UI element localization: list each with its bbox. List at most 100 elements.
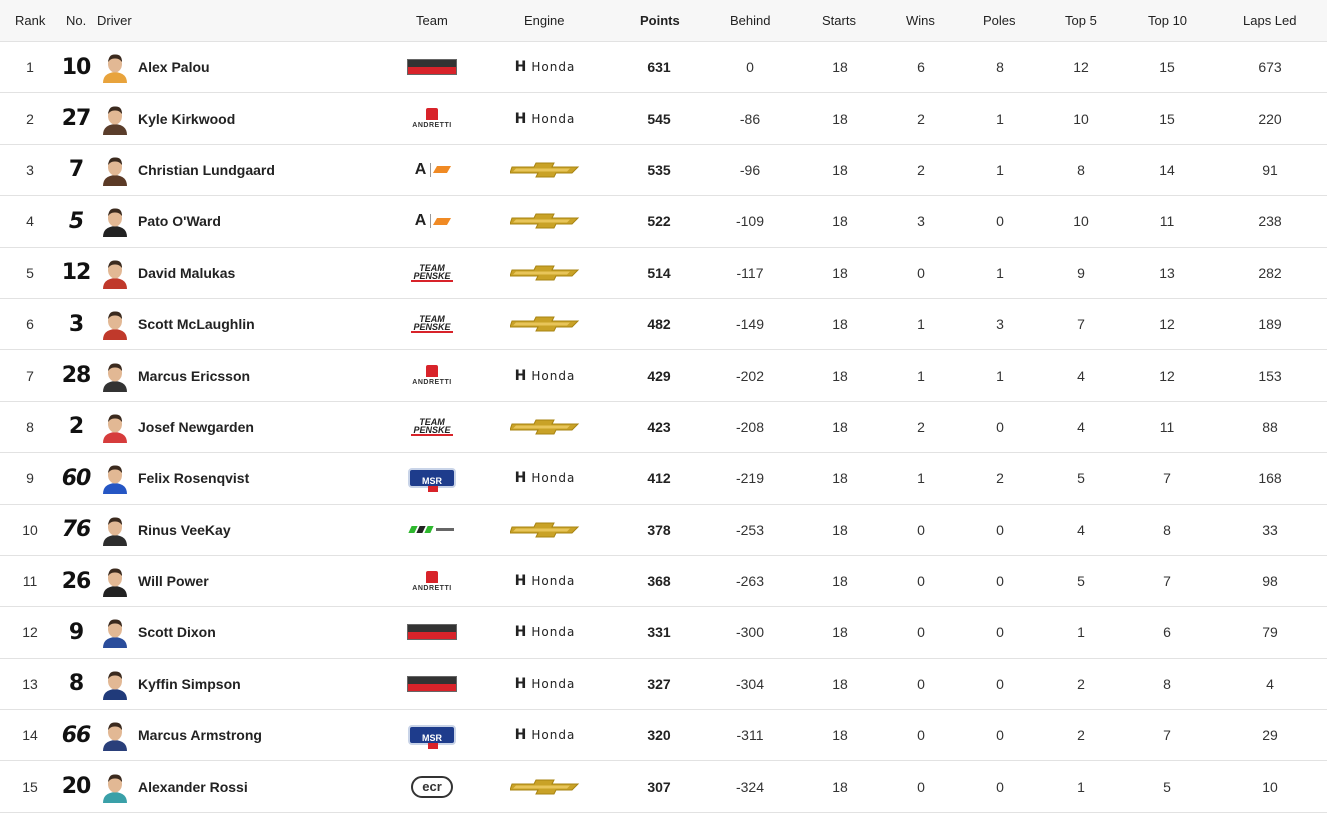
laps-led-cell: 673: [1258, 59, 1282, 76]
table-row[interactable]: 14 66 Marcus Armstrong MSR H Honda 320 -311 18 0 0…: [0, 710, 1327, 762]
driver-name-link[interactable]: Scott Dixon: [138, 607, 378, 657]
table-row[interactable]: 7 28 Marcus Ericsson ANDRETTI H Honda 429 -202 1…: [0, 350, 1327, 402]
driver-avatar[interactable]: [102, 51, 128, 84]
arrow-mclaren-logo: A: [415, 161, 452, 179]
driver-name-link[interactable]: Pato O'Ward: [138, 196, 378, 246]
driver-avatar[interactable]: [102, 308, 128, 341]
header-laps-led[interactable]: Laps Led: [1243, 0, 1297, 42]
driver-avatar[interactable]: [102, 565, 128, 598]
driver-avatar[interactable]: [102, 411, 128, 443]
driver-avatar[interactable]: [102, 514, 128, 546]
ganassi-logo: [407, 624, 457, 641]
car-number: 28: [61, 363, 92, 389]
behind-cell: -208: [735, 418, 765, 435]
table-row[interactable]: 8 2 Josef Newgarden TEAM PENSKE 423 -208 18 2 0 4 1…: [0, 402, 1327, 454]
behind-cell: -263: [735, 573, 765, 590]
andretti-logo: ANDRETTI: [412, 108, 451, 129]
driver-name-link[interactable]: Rinus VeeKay: [138, 505, 378, 555]
behind-cell: -253: [735, 521, 765, 538]
driver-name-link[interactable]: Kyle Kirkwood: [138, 93, 378, 143]
behind-cell: -117: [736, 264, 764, 281]
table-row[interactable]: 5 12 David Malukas TEAM PENSKE 514 -117 18 0 1 9 13…: [0, 248, 1327, 299]
driver-name-link[interactable]: Alexander Rossi: [138, 761, 378, 811]
honda-logo: H Honda: [514, 624, 576, 641]
driver-name-link[interactable]: Christian Lundgaard: [138, 145, 378, 195]
honda-logo: H Honda: [514, 110, 576, 127]
honda-logo: H Honda: [514, 675, 576, 692]
car-number: 76: [61, 517, 92, 543]
driver-avatar[interactable]: [102, 103, 128, 135]
header-poles[interactable]: Poles: [983, 0, 1016, 42]
driver-avatar[interactable]: [102, 462, 128, 495]
header-driver[interactable]: Driver: [97, 0, 132, 42]
poles-cell: 0: [996, 418, 1004, 435]
driver-avatar[interactable]: [102, 771, 128, 803]
driver-name-link[interactable]: Kyffin Simpson: [138, 659, 378, 709]
top10-cell: 12: [1159, 316, 1175, 333]
header-team[interactable]: Team: [416, 0, 448, 42]
driver-name-link[interactable]: Marcus Ericsson: [138, 350, 378, 400]
driver-avatar-cell: [101, 42, 129, 92]
wins-cell: 0: [917, 727, 925, 744]
car-number: 60: [61, 465, 92, 491]
driver-name-link[interactable]: Marcus Armstrong: [138, 710, 378, 760]
driver-avatar[interactable]: [102, 616, 128, 649]
team-cell: MSR: [392, 453, 472, 503]
driver-avatar[interactable]: [102, 360, 128, 392]
driver-name-link[interactable]: Josef Newgarden: [138, 402, 378, 452]
table-row[interactable]: 9 60 Felix Rosenqvist MSR H Honda 412 -219 18 1 2 5…: [0, 453, 1327, 505]
header-no[interactable]: No.: [66, 0, 86, 42]
rank-cell: 2: [26, 110, 34, 127]
driver-name-link[interactable]: Scott McLaughlin: [138, 299, 378, 349]
poles-cell: 0: [996, 778, 1004, 795]
car-number: 3: [68, 311, 84, 337]
engine-cell: [500, 145, 590, 195]
rank-cell: 12: [22, 624, 38, 641]
ecr-logo: ecr: [411, 775, 453, 798]
driver-avatar[interactable]: [102, 205, 128, 238]
poles-cell: 1: [996, 161, 1004, 178]
behind-cell: -219: [735, 470, 765, 487]
laps-led-cell: 10: [1262, 778, 1278, 795]
driver-name-link[interactable]: David Malukas: [138, 248, 378, 298]
header-engine[interactable]: Engine: [524, 0, 564, 42]
starts-cell: 18: [832, 573, 848, 590]
top5-cell: 8: [1077, 161, 1085, 178]
header-starts[interactable]: Starts: [822, 0, 856, 42]
table-row[interactable]: 3 7 Christian Lundgaard A 535 -96 18 2 1 8 14 91: [0, 145, 1327, 197]
driver-name-link[interactable]: Alex Palou: [138, 42, 378, 92]
driver-avatar[interactable]: [102, 257, 128, 289]
driver-avatar-cell: [101, 505, 129, 555]
table-row[interactable]: 11 26 Will Power ANDRETTI H Honda 368 -263 18 0 0 5…: [0, 556, 1327, 608]
driver-name-link[interactable]: Felix Rosenqvist: [138, 453, 378, 503]
table-row[interactable]: 4 5 Pato O'Ward A 522 -109 18 3 0 10 11 238: [0, 196, 1327, 248]
driver-name-link[interactable]: Will Power: [138, 556, 378, 606]
driver-avatar-cell: [101, 299, 129, 349]
top5-cell: 12: [1073, 59, 1089, 76]
header-rank[interactable]: Rank: [15, 0, 45, 42]
engine-cell: [500, 248, 590, 298]
driver-avatar[interactable]: [102, 154, 128, 186]
top10-cell: 14: [1159, 161, 1175, 178]
driver-avatar[interactable]: [102, 719, 128, 752]
driver-avatar[interactable]: [102, 668, 128, 700]
team-cell: [392, 42, 472, 92]
header-top10[interactable]: Top 10: [1148, 0, 1187, 42]
wins-cell: 6: [917, 59, 925, 76]
header-behind[interactable]: Behind: [730, 0, 770, 42]
wins-cell: 2: [917, 161, 925, 178]
table-row[interactable]: 6 3 Scott McLaughlin TEAM PENSKE 482 -149 18 1 3 7…: [0, 299, 1327, 351]
chevrolet-bowtie-icon: [510, 316, 580, 332]
header-points[interactable]: Points: [640, 0, 680, 42]
table-row[interactable]: 2 27 Kyle Kirkwood ANDRETTI H Honda 545 -86 18 2 1…: [0, 93, 1327, 145]
starts-cell: 18: [832, 675, 848, 692]
behind-cell: -202: [735, 367, 765, 384]
header-wins[interactable]: Wins: [906, 0, 935, 42]
table-row[interactable]: 13 8 Kyffin Simpson H Honda 327 -304 18 0 0 2 8 4: [0, 659, 1327, 711]
table-row[interactable]: 10 76 Rinus VeeKay 378 -253 18 0 0 4 8 33: [0, 505, 1327, 556]
table-row[interactable]: 15 20 Alexander Rossi ecr 307 -324 18 0 0 1 5 10: [0, 761, 1327, 813]
header-top5[interactable]: Top 5: [1065, 0, 1097, 42]
car-number: 9: [68, 619, 84, 645]
table-row[interactable]: 1 10 Alex Palou H Honda 631 0 18 6 8 12 15 673: [0, 42, 1327, 94]
table-row[interactable]: 12 9 Scott Dixon H Honda 331 -300 18 0 0 1 6 79: [0, 607, 1327, 659]
